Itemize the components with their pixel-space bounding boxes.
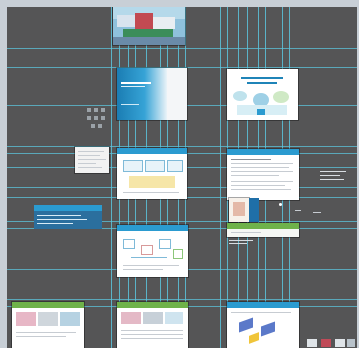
dash-mark[interactable]	[295, 210, 301, 211]
isometric-page[interactable]	[227, 302, 299, 348]
small-brochure-thumb[interactable]	[229, 198, 249, 222]
small-icon-grid[interactable]	[87, 108, 109, 134]
pasteboard-caption[interactable]	[320, 171, 350, 181]
pasteboard-canvas[interactable]	[7, 7, 357, 348]
title-line	[241, 77, 283, 79]
text-page[interactable]	[227, 149, 299, 200]
flow-page[interactable]	[117, 148, 187, 199]
subtitle-line	[121, 86, 145, 87]
title-line	[121, 82, 151, 84]
vertical-guide[interactable]	[111, 7, 112, 348]
page-header-bar	[117, 225, 188, 231]
section-label[interactable]	[229, 240, 257, 244]
illustrated-title-page[interactable]	[227, 69, 298, 120]
green-table-page[interactable]	[117, 302, 188, 348]
blue-banner[interactable]	[34, 205, 102, 229]
page-header-bar	[117, 148, 187, 154]
horizontal-guide[interactable]	[7, 146, 357, 147]
green-header-page[interactable]	[227, 223, 299, 237]
green-photo-page[interactable]	[12, 302, 84, 348]
horizontal-guide[interactable]	[7, 299, 357, 300]
vertical-guide[interactable]	[220, 7, 221, 348]
horizontal-guide[interactable]	[7, 48, 357, 49]
bottom-right-thumbnails[interactable]	[307, 337, 357, 348]
page-header-bar	[227, 302, 299, 308]
blue-fold-panel[interactable]	[249, 198, 259, 222]
blue-title-page[interactable]	[117, 68, 187, 120]
subtitle-line	[247, 82, 277, 84]
diagram-page[interactable]	[117, 225, 188, 277]
note-card[interactable]	[75, 147, 109, 173]
page-header-bar	[227, 149, 299, 155]
dash-mark[interactable]	[313, 212, 321, 213]
caption-line	[121, 104, 139, 105]
page-header-bar	[227, 223, 299, 229]
cover-photo-page[interactable]	[113, 7, 185, 45]
page-header-bar	[117, 302, 188, 308]
marker-dot[interactable]	[279, 203, 282, 206]
page-header-bar	[12, 302, 84, 308]
